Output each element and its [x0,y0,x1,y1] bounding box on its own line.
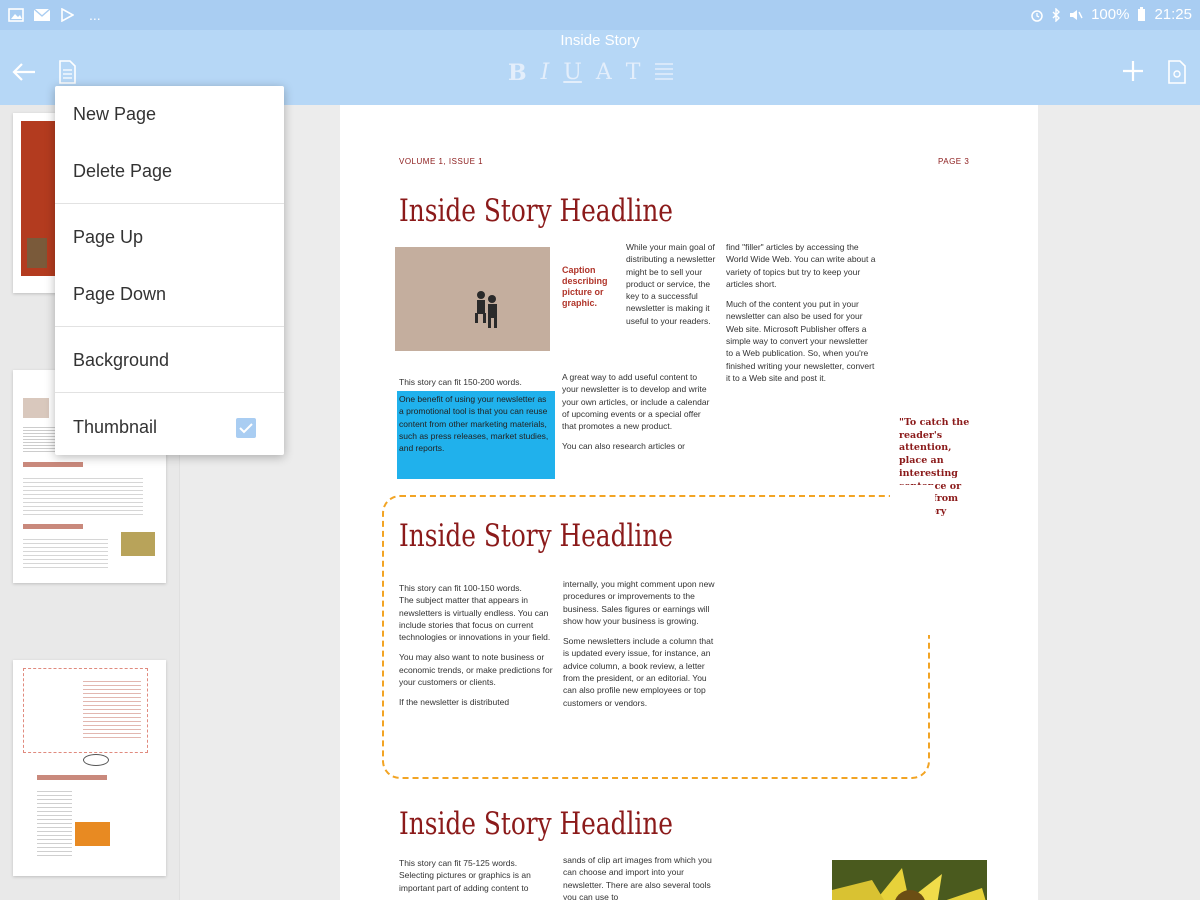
page-thumbnail-1[interactable] [13,113,57,293]
paragraph: While your main goal of distributing a n… [626,242,716,326]
kids-photo[interactable] [395,247,550,351]
paragraph: If the newsletter is distributed [399,697,510,708]
paragraph: Selecting pictures or graphics is an imp… [399,870,531,893]
menu-divider [55,326,284,327]
menu-item-background[interactable]: Background [73,350,169,371]
menu-item-page-down[interactable]: Page Down [73,284,166,305]
menu-item-page-up[interactable]: Page Up [73,227,143,248]
paragraph: This story can fit 75-125 words. [399,858,518,868]
clock: 21:25 [1154,6,1192,23]
story-3-column-1[interactable]: This story can fit 75-125 words. Selecti… [399,857,555,900]
more-icon: ... [89,7,101,23]
menu-divider [55,392,284,393]
image-icon [8,8,24,22]
headline-3[interactable]: Inside Story Headline [399,806,673,842]
paragraph: Some newsletters include a column that i… [563,636,714,708]
thumbnail-text-block [23,536,108,568]
thumbnail-text-block [37,788,72,858]
bluetooth-icon [1052,7,1061,22]
story-2-column-2[interactable]: internally, you might comment upon new p… [563,578,720,717]
flower-photo[interactable] [832,860,987,900]
document-page[interactable]: VOLUME 1, ISSUE 1 PAGE 3 Inside Story He… [340,105,1038,900]
story-1-column-2[interactable]: While your main goal of distributing a n… [626,241,718,335]
menu-divider [55,203,284,204]
thumbnail-headline [37,775,107,780]
story-1-column-2-continued[interactable]: A great way to add useful content to you… [562,371,714,461]
play-store-icon [61,8,74,22]
format-toolbar: B I U A T [508,60,674,86]
back-button[interactable] [10,58,38,86]
paragraph: The subject matter that appears in newsl… [399,595,551,643]
page-label: PAGE 3 [938,157,970,166]
paragraph: internally, you might comment upon new p… [563,579,715,626]
alarm-icon [1031,9,1043,22]
paragraph: You may also want to note business or ec… [399,652,553,688]
status-bar: ... 100% 21:25 [0,0,1200,30]
thumbnail-oval [83,754,109,766]
align-icon[interactable] [654,60,674,82]
paragraph: sands of clip art images from which you … [563,855,712,900]
page-menu-button[interactable] [56,58,78,86]
headline-1[interactable]: Inside Story Headline [399,193,673,229]
headline-2[interactable]: Inside Story Headline [399,518,673,554]
menu-item-delete-page[interactable]: Delete Page [73,161,172,182]
thumbnail-image [75,822,110,846]
checkmark-icon [239,423,253,434]
plus-icon [1123,61,1143,81]
highlighted-text-selection[interactable]: One benefit of using your newsletter as … [397,391,555,479]
menu-item-thumbnail[interactable]: Thumbnail [73,417,157,438]
volume-label: VOLUME 1, ISSUE 1 [399,157,484,166]
menu-item-new-page[interactable]: New Page [73,104,156,125]
story-1-column-1-lead[interactable]: This story can fit 150-200 words. [399,376,557,388]
page-icon [59,60,76,84]
photo-caption[interactable]: Caption describing picture or graphic. [562,265,620,309]
paragraph: Much of the content you put in your news… [726,299,875,383]
thumbnail-headline [23,524,83,529]
paragraph: find "filler" articles by accessing the … [726,242,876,289]
frame-gap [890,485,935,635]
italic-button[interactable]: I [541,60,550,86]
bold-button[interactable]: B [508,60,527,86]
mail-icon [33,8,51,21]
battery-percent: 100% [1091,6,1130,23]
story-1-column-3[interactable]: find "filler" articles by accessing the … [726,241,876,392]
paragraph: You can also research articles or [562,441,686,452]
thumbnail-cover-image [27,238,47,268]
add-button[interactable] [1120,58,1146,84]
thumbnail-headline [23,462,83,467]
thumbnail-image [121,532,155,556]
underline-button[interactable]: U [563,60,582,86]
font-color-button[interactable]: A [596,60,612,86]
back-arrow-icon [12,63,35,81]
thumbnail-image [23,398,49,418]
thumbnail-text-block [23,475,143,515]
thumbnail-checkbox[interactable] [236,418,256,438]
mute-icon [1070,9,1083,20]
battery-icon [1138,7,1146,21]
paragraph: This story can fit 100-150 words. [399,583,522,593]
page-thumbnail-4[interactable] [13,660,166,876]
page-menu: New Page Delete Page Page Up Page Down B… [55,86,284,455]
document-save-icon [1168,60,1186,84]
save-button[interactable] [1166,58,1188,86]
document-title: Inside Story [560,32,640,49]
thumbnail-text-block [83,678,141,738]
font-size-button[interactable]: T [626,60,641,86]
paragraph: A great way to add useful content to you… [562,372,710,432]
story-2-column-1[interactable]: This story can fit 100-150 words. The su… [399,582,555,717]
story-3-column-2[interactable]: sands of clip art images from which you … [563,854,715,900]
